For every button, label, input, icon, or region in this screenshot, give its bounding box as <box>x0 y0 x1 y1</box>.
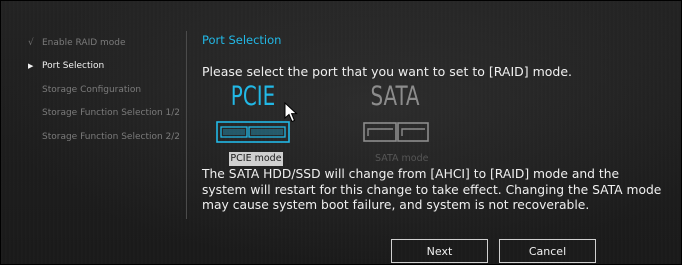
selection-prompt: Please select the port that you want to … <box>202 64 573 79</box>
sata-option[interactable]: SATA <box>355 81 435 145</box>
sidebar-item-port-selection[interactable]: ▶ Port Selection <box>23 55 183 79</box>
sidebar-item-label: Storage Function Selection 1/2 <box>42 108 181 119</box>
raid-wizard-screen: √ Enable RAID mode ▶ Port Selection Stor… <box>0 0 682 265</box>
current-step-arrow-icon: ▶ <box>28 62 34 71</box>
sidebar-item-label: Storage Configuration <box>42 84 142 95</box>
next-button[interactable]: Next <box>391 239 488 263</box>
wizard-steps-sidebar: √ Enable RAID mode ▶ Port Selection Stor… <box>23 31 183 149</box>
mouse-pointer-icon <box>284 102 298 123</box>
sidebar-item-storage-function-selection-1[interactable]: Storage Function Selection 1/2 <box>23 102 183 126</box>
checkmark-icon: √ <box>28 37 34 48</box>
sata-option-title: SATA <box>370 81 420 112</box>
sidebar-item-label: Storage Function Selection 2/2 <box>42 131 181 142</box>
pcie-slot-icon <box>216 121 290 143</box>
sata-port-icon <box>363 122 429 142</box>
pcie-mode-label[interactable]: PCIE mode <box>229 152 283 166</box>
pcie-option-title: PCIE <box>230 81 276 112</box>
sidebar-item-label: Enable RAID mode <box>42 37 126 48</box>
sidebar-item-storage-configuration[interactable]: Storage Configuration <box>23 78 183 102</box>
mode-change-warning: The SATA HDD/SSD will change from [AHCI]… <box>202 167 662 212</box>
sata-mode-label[interactable]: SATA mode <box>375 152 429 166</box>
sidebar-item-enable-raid-mode[interactable]: √ Enable RAID mode <box>23 31 183 55</box>
sidebar-item-label: Port Selection <box>42 61 105 72</box>
sidebar-divider <box>186 31 187 219</box>
page-title: Port Selection <box>202 33 282 47</box>
pcie-option[interactable]: PCIE <box>213 81 293 145</box>
sidebar-item-storage-function-selection-2[interactable]: Storage Function Selection 2/2 <box>23 125 183 149</box>
cancel-button[interactable]: Cancel <box>499 239 596 263</box>
